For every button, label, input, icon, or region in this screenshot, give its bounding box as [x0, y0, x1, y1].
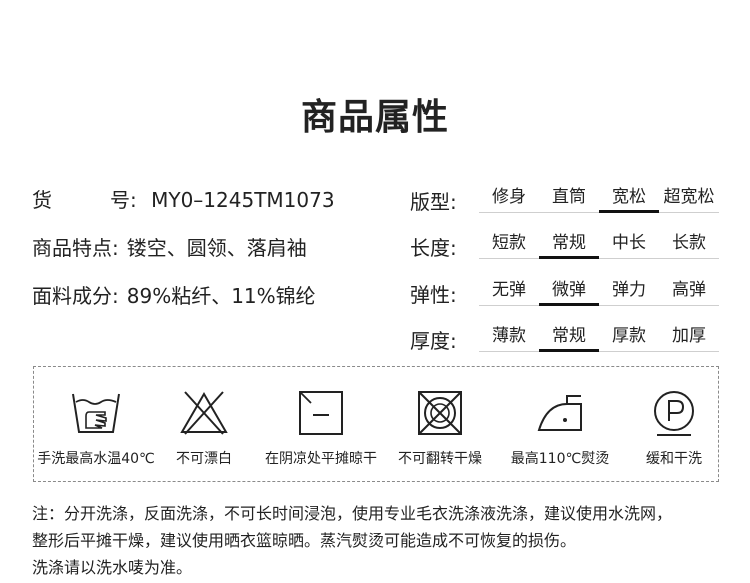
attribute-option-label: 中长 [612, 233, 646, 253]
option-underline [659, 305, 719, 306]
professional-dry-clean-icon [654, 391, 694, 436]
option-underline [539, 256, 599, 259]
attribute-option: 长款 [659, 229, 719, 259]
care-label: 最高110℃熨烫 [510, 451, 610, 467]
iron-low-icon [537, 395, 582, 431]
attribute-option-label: 超宽松 [663, 187, 715, 207]
features-value: 镂空、圆领、落肩袖 [126, 236, 307, 260]
attribute-option: 短款 [479, 229, 539, 259]
option-underline [479, 212, 539, 213]
hand-wash-icon [72, 393, 120, 433]
attribute-option-label: 高弹 [672, 280, 706, 300]
attribute-option: 弹力 [599, 276, 659, 306]
care-item-dry-clean: 缓和干洗 [612, 367, 736, 483]
option-underline [479, 258, 539, 259]
care-item-shade-flat-dry: 在阴凉处平摊晾干 [259, 367, 383, 483]
attribute-label: 版型: [410, 190, 457, 214]
attribute-option-label: 常规 [552, 326, 586, 346]
page-title: 商品属性 [300, 97, 449, 138]
option-underline [599, 210, 659, 213]
attribute-option: 高弹 [659, 276, 719, 306]
care-label: 不可翻转干燥 [398, 451, 482, 467]
item-number-row: 货 号: MY0–1245TM1073 [32, 184, 335, 213]
option-underline [479, 351, 539, 352]
attribute-option: 薄款 [479, 322, 539, 352]
note-line: 注：分开洗涤，反面洗涤，不可长时间浸泡，使用专业毛衣洗涤液洗涤，建议使用水洗网， [32, 504, 673, 523]
care-label: 手洗最高水温40℃ [37, 451, 155, 467]
care-item-iron: 最高110℃熨烫 [498, 367, 622, 483]
attribute-label: 厚度: [410, 329, 457, 353]
attribute-label: 长度: [410, 236, 457, 260]
attribute-option-selected: 宽松 [599, 183, 659, 213]
care-label: 不可漂白 [176, 451, 232, 467]
option-underline [539, 303, 599, 306]
material-value: 89%粘纤、11%锦纶 [126, 284, 316, 308]
attribute-option: 超宽松 [659, 183, 719, 213]
attribute-option-selected: 常规 [539, 229, 599, 259]
material-label: 面料成分: [32, 284, 119, 308]
material-row: 面料成分: 89%粘纤、11%锦纶 [32, 280, 316, 309]
attribute-option-label: 长款 [672, 233, 706, 253]
attribute-option-label: 薄款 [492, 326, 526, 346]
attribute-option: 无弹 [479, 276, 539, 306]
note-line: 整形后平摊干燥，建议使用晒衣篮晾晒。蒸汽熨烫可能造成不可恢复的损伤。 [32, 531, 577, 550]
shade-flat-dry-icon [299, 391, 343, 435]
attribute-option-label: 短款 [492, 233, 526, 253]
option-underline [599, 258, 659, 259]
attribute-label: 弹性: [410, 283, 457, 307]
care-item-hand-wash: 手洗最高水温40℃ [34, 367, 158, 483]
attribute-option-label: 厚款 [612, 326, 646, 346]
attribute-option-label: 宽松 [612, 187, 646, 207]
attribute-option-label: 加厚 [672, 326, 706, 346]
option-underline [659, 212, 719, 213]
option-underline [599, 351, 659, 352]
attribute-option-label: 常规 [552, 233, 586, 253]
no-tumble-dry-icon [418, 391, 462, 435]
option-underline [659, 351, 719, 352]
care-item-no-bleach: 不可漂白 [142, 367, 266, 483]
attribute-option: 修身 [479, 183, 539, 213]
features-label: 商品特点: [32, 236, 119, 260]
attribute-option: 厚款 [599, 322, 659, 352]
item-number-label-2: 号: [110, 188, 137, 212]
item-number-label-1: 货 [32, 188, 52, 212]
attribute-option-label: 微弹 [552, 280, 586, 300]
care-label: 缓和干洗 [646, 451, 702, 467]
note-line: 洗涤请以洗水唛为准。 [32, 558, 193, 577]
attribute-option-label: 无弹 [492, 280, 526, 300]
option-underline [659, 258, 719, 259]
care-label: 在阴凉处平摊晾干 [265, 451, 377, 467]
care-item-no-tumble-dry: 不可翻转干燥 [378, 367, 502, 483]
attribute-option: 加厚 [659, 322, 719, 352]
attribute-option-label: 修身 [492, 187, 526, 207]
option-underline [539, 349, 599, 352]
option-underline [479, 305, 539, 306]
attribute-option-label: 直筒 [552, 187, 586, 207]
attribute-option-selected: 常规 [539, 322, 599, 352]
features-row: 商品特点: 镂空、圆领、落肩袖 [32, 232, 307, 261]
no-bleach-icon [180, 391, 228, 435]
attribute-option-selected: 微弹 [539, 276, 599, 306]
attribute-option: 直筒 [539, 183, 599, 213]
care-instructions-box: 手洗最高水温40℃ 不可漂白 在阴凉处平摊晾干 不可翻转干燥 最高110℃熨烫 … [33, 366, 719, 482]
item-number-value: MY0–1245TM1073 [151, 188, 335, 212]
attribute-option: 中长 [599, 229, 659, 259]
option-underline [599, 305, 659, 306]
attribute-option-label: 弹力 [612, 280, 646, 300]
option-underline [539, 212, 599, 213]
